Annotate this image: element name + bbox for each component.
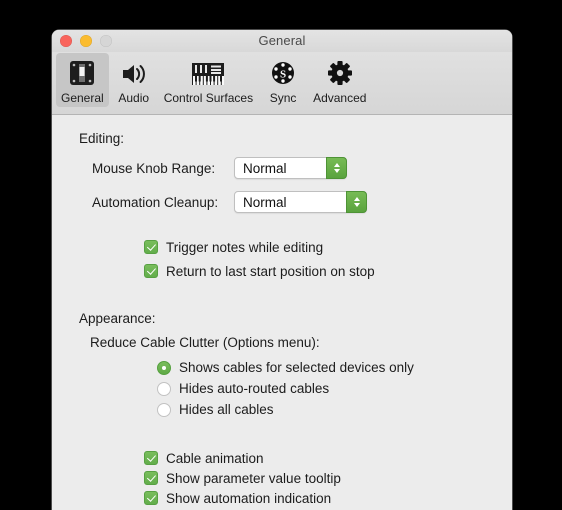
parameter-tooltip-label: Show parameter value tooltip bbox=[166, 470, 341, 486]
tab-sync-label: Sync bbox=[269, 91, 297, 105]
parameter-tooltip-checkbox-row[interactable]: Show parameter value tooltip bbox=[144, 468, 512, 488]
cable-animation-label: Cable animation bbox=[166, 450, 264, 466]
speaker-icon bbox=[114, 56, 154, 89]
radio-hides-auto-routed-cables-label: Hides auto-routed cables bbox=[179, 381, 330, 396]
preferences-toolbar: General Audio Control Surfaces S Sync Ad… bbox=[52, 52, 512, 115]
cable-animation-checkbox[interactable] bbox=[144, 451, 158, 465]
mouse-knob-range-label: Mouse Knob Range: bbox=[92, 160, 216, 176]
appearance-section-heading: Appearance: bbox=[79, 311, 156, 326]
tab-sync[interactable]: S Sync bbox=[258, 53, 308, 107]
automation-cleanup-value: Normal bbox=[243, 194, 287, 210]
parameter-tooltip-checkbox[interactable] bbox=[144, 471, 158, 485]
svg-text:S: S bbox=[280, 69, 286, 81]
tab-audio-label: Audio bbox=[118, 91, 150, 105]
tab-general-label: General bbox=[61, 91, 104, 105]
midi-keyboard-icon bbox=[188, 56, 228, 89]
reduce-cable-clutter-label: Reduce Cable Clutter (Options menu): bbox=[90, 335, 320, 350]
automation-indication-checkbox[interactable] bbox=[144, 491, 158, 505]
sync-disc-icon: S bbox=[263, 56, 303, 89]
tab-advanced-label: Advanced bbox=[313, 91, 367, 105]
trigger-notes-label: Trigger notes while editing bbox=[166, 239, 324, 255]
trigger-notes-checkbox-row[interactable]: Trigger notes while editing bbox=[144, 235, 512, 259]
gear-icon bbox=[320, 56, 360, 89]
tab-advanced[interactable]: Advanced bbox=[308, 53, 371, 107]
tab-control-surfaces[interactable]: Control Surfaces bbox=[159, 53, 258, 107]
return-last-start-checkbox-row[interactable]: Return to last start position on stop bbox=[144, 259, 512, 283]
radio-hides-all-cables[interactable] bbox=[157, 402, 171, 417]
chevron-up-down-icon[interactable] bbox=[326, 157, 347, 179]
chevron-up-down-icon[interactable] bbox=[346, 191, 367, 213]
radio-hides-auto-routed-cables[interactable] bbox=[157, 381, 171, 396]
window-title: General bbox=[258, 33, 306, 48]
cable-animation-checkbox-row[interactable]: Cable animation bbox=[144, 448, 512, 468]
automation-cleanup-label: Automation Cleanup: bbox=[92, 194, 219, 210]
radio-row-selected-devices[interactable]: Shows cables for selected devices only bbox=[157, 357, 512, 378]
mouse-knob-range-select[interactable]: Normal bbox=[234, 157, 347, 179]
radio-shows-cables-selected-devices-label: Shows cables for selected devices only bbox=[179, 360, 414, 375]
automation-cleanup-select[interactable]: Normal bbox=[234, 191, 367, 213]
mixer-fader-icon bbox=[62, 56, 102, 89]
tab-audio[interactable]: Audio bbox=[109, 53, 159, 107]
radio-hides-all-cables-label: Hides all cables bbox=[179, 402, 274, 417]
mouse-knob-range-value: Normal bbox=[243, 160, 287, 176]
editing-section-heading: Editing: bbox=[79, 131, 125, 146]
automation-indication-checkbox-row[interactable]: Show automation indication bbox=[144, 488, 512, 508]
mouse-knob-range-row: Mouse Knob Range: Normal bbox=[92, 155, 512, 181]
return-last-start-checkbox[interactable] bbox=[144, 264, 158, 278]
trigger-notes-checkbox[interactable] bbox=[144, 240, 158, 254]
tab-control-surfaces-label: Control Surfaces bbox=[163, 91, 254, 105]
automation-indication-label: Show automation indication bbox=[166, 490, 332, 506]
preferences-content: Editing: Mouse Knob Range: Normal Automa… bbox=[52, 115, 512, 509]
tab-general[interactable]: General bbox=[56, 53, 109, 107]
radio-shows-cables-selected-devices[interactable] bbox=[157, 360, 171, 375]
radio-row-hide-all[interactable]: Hides all cables bbox=[157, 399, 512, 420]
return-last-start-label: Return to last start position on stop bbox=[166, 263, 375, 279]
preferences-window: General General Audio Control Surfaces S… bbox=[52, 30, 512, 510]
automation-cleanup-row: Automation Cleanup: Normal bbox=[92, 189, 512, 215]
radio-row-auto-routed[interactable]: Hides auto-routed cables bbox=[157, 378, 512, 399]
window-titlebar[interactable]: General bbox=[52, 30, 512, 52]
